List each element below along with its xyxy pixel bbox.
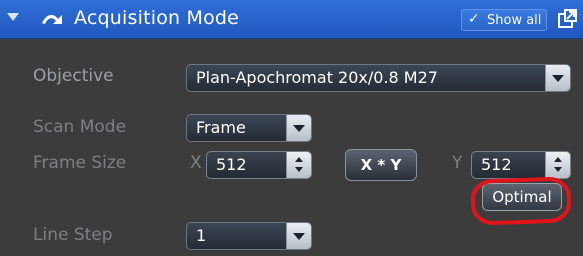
chevron-down-icon[interactable] xyxy=(286,115,311,141)
line-step-label: Line Step xyxy=(33,225,113,245)
frame-size-x-stepper[interactable]: 512 xyxy=(206,151,312,179)
frame-size-y-value: 512 xyxy=(481,155,512,174)
acquisition-mode-panel: Acquisition Mode ✓ Show all Objective Pl… xyxy=(0,0,583,256)
panel-title: Acquisition Mode xyxy=(74,7,240,29)
panel-header[interactable]: Acquisition Mode ✓ Show all xyxy=(0,0,583,39)
chevron-down-icon[interactable] xyxy=(286,223,311,249)
show-all-toggle[interactable]: ✓ Show all xyxy=(461,9,547,31)
frame-size-label: Frame Size xyxy=(33,153,127,173)
objective-dropdown[interactable]: Plan-Apochromat 20x/0.8 M27 xyxy=(186,64,571,92)
x-axis-label: X xyxy=(190,153,202,173)
acquisition-mode-icon xyxy=(42,14,62,24)
stepper-arrows-icon[interactable] xyxy=(286,152,311,178)
show-all-label: Show all xyxy=(487,13,542,28)
line-step-value: 1 xyxy=(196,226,207,245)
popout-icon[interactable] xyxy=(556,8,578,30)
x-equals-y-button[interactable]: X * Y xyxy=(345,149,417,181)
collapse-triangle-icon[interactable] xyxy=(7,13,19,21)
stepper-arrows-icon[interactable] xyxy=(545,152,570,178)
objective-label: Objective xyxy=(33,66,114,86)
frame-size-x-value: 512 xyxy=(216,155,247,174)
checkmark-icon: ✓ xyxy=(468,11,480,27)
scan-mode-value: Frame xyxy=(196,118,246,137)
objective-value: Plan-Apochromat 20x/0.8 M27 xyxy=(196,68,438,87)
chevron-down-icon[interactable] xyxy=(545,65,570,91)
y-axis-label: Y xyxy=(452,153,463,173)
scan-mode-dropdown[interactable]: Frame xyxy=(186,114,312,142)
line-step-dropdown[interactable]: 1 xyxy=(186,222,312,250)
red-annotation-circle xyxy=(470,176,572,226)
frame-size-y-stepper[interactable]: 512 xyxy=(471,151,571,179)
scan-mode-label: Scan Mode xyxy=(33,117,127,137)
